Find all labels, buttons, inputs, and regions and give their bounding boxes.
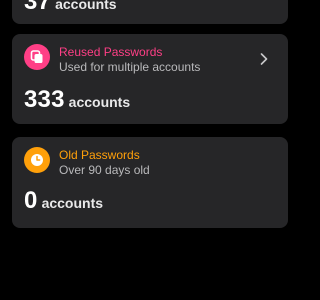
weak-count-row: 37 accounts [24,0,117,16]
old-count-row: 0 accounts [24,187,103,215]
reused-count: 333 [24,86,65,113]
chevron-right-icon[interactable] [260,53,268,65]
reused-passwords-card[interactable]: Reused Passwords Used for multiple accou… [12,34,288,124]
weak-passwords-card[interactable]: 37 accounts [12,0,288,24]
old-count-unit: accounts [41,195,104,211]
password-health-screen: 37 accounts Reused Passwords Used for mu… [0,0,300,300]
old-title: Old Passwords [59,148,140,162]
weak-count-unit: accounts [55,0,117,12]
weak-count: 37 [24,0,52,15]
reused-count-unit: accounts [68,94,131,110]
old-count: 0 [24,187,38,214]
reused-title: Reused Passwords [59,45,163,59]
old-passwords-card[interactable]: Old Passwords Over 90 days old 0 account… [12,137,288,228]
reused-subtitle: Used for multiple accounts [59,60,201,74]
old-subtitle: Over 90 days old [59,163,150,177]
reused-count-row: 333 accounts [24,86,130,114]
clock-icon [24,147,50,173]
copy-icon [24,44,50,70]
